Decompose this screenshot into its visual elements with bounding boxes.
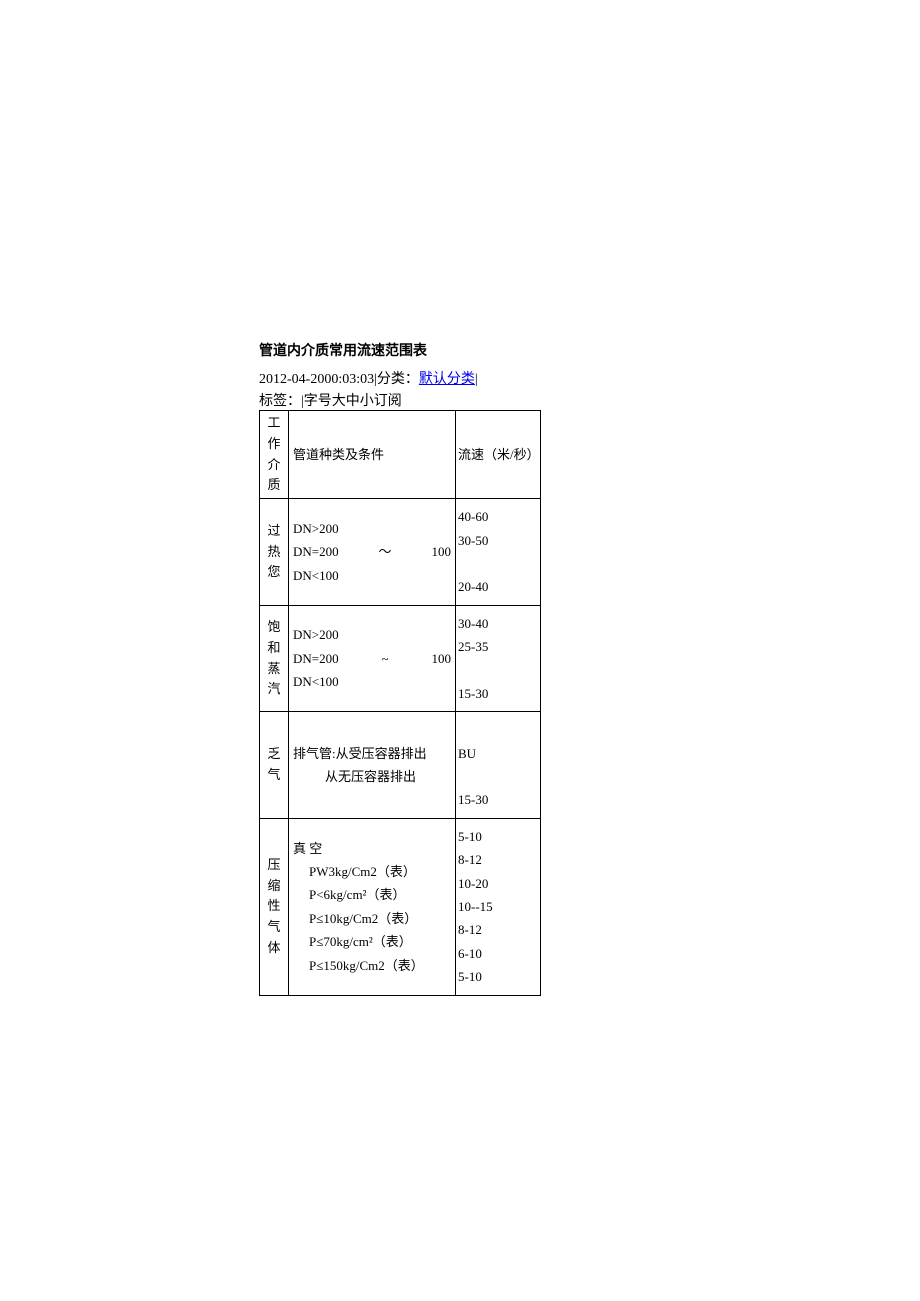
condition-line: P≤150kg/Cm2（表） xyxy=(293,954,451,977)
row-velocity: BU 15-30 xyxy=(456,712,541,819)
condition-line: DN=200 ～ 100 xyxy=(293,540,451,563)
medium-char: 饱 xyxy=(262,617,286,638)
header-char: 工 xyxy=(262,413,286,434)
velocity-line: 30-50 xyxy=(458,529,538,552)
header-char: 介 xyxy=(262,455,286,476)
velocity-line xyxy=(458,718,538,741)
condition-line: PW3kg/Cm2（表） xyxy=(293,860,451,883)
condition-part: ～ xyxy=(379,540,392,563)
medium-char xyxy=(262,724,286,745)
header-col3: 流速（米/秒） xyxy=(456,411,541,499)
condition-line: DN>200 xyxy=(293,623,451,646)
condition-line: 从无压容器排出 xyxy=(293,765,451,788)
medium-char: 热 xyxy=(262,542,286,563)
category-prefix: |分类： xyxy=(374,372,419,387)
row-condition: 真 空 PW3kg/Cm2（表） P<6kg/cm²（表） P≤10kg/Cm2… xyxy=(289,818,456,995)
condition-line: DN>200 xyxy=(293,517,451,540)
row-condition: 排气管:从受压容器排出 从无压容器排出 xyxy=(289,712,456,819)
row-velocity: 5-10 8-12 10-20 10--15 8-12 6-10 5-10 xyxy=(456,818,541,995)
row-medium: 压 缩 性 气 体 xyxy=(260,818,289,995)
row-medium: 过 热 您 xyxy=(260,499,289,606)
row-medium: 饱 和 蒸 汽 xyxy=(260,605,289,712)
condition-part: 100 xyxy=(432,647,452,670)
velocity-line: 8-12 xyxy=(458,848,538,871)
condition-part: 100 xyxy=(432,540,452,563)
flow-rate-table: 工 作 介 质 管道种类及条件 流速（米/秒） 过 热 您 DN>200 DN=… xyxy=(259,410,541,996)
velocity-line: 25-35 xyxy=(458,635,538,658)
velocity-line: 15-30 xyxy=(458,682,538,705)
row-medium: 乏 气 xyxy=(260,712,289,819)
row-velocity: 40-60 30-50 20-40 xyxy=(456,499,541,606)
table-row: 压 缩 性 气 体 真 空 PW3kg/Cm2（表） P<6kg/cm²（表） … xyxy=(260,818,541,995)
medium-char: 气 xyxy=(262,765,286,786)
medium-char: 和 xyxy=(262,638,286,659)
medium-char: 性 xyxy=(262,896,286,917)
medium-char: 蒸 xyxy=(262,659,286,680)
category-link[interactable]: 默认分类 xyxy=(419,372,475,387)
document-title: 管道内介质常用流速范围表 xyxy=(259,340,920,360)
medium-char: 汽 xyxy=(262,679,286,700)
row-velocity: 30-40 25-35 15-30 xyxy=(456,605,541,712)
row-condition: DN>200 DN=200 ～ 100 DN<100 xyxy=(289,499,456,606)
medium-char: 过 xyxy=(262,521,286,542)
meta-line: 2012-04-2000:03:03|分类：默认分类| xyxy=(259,368,920,388)
velocity-line: 10-20 xyxy=(458,872,538,895)
category-suffix: | xyxy=(475,372,478,387)
condition-part: ~ xyxy=(382,647,389,670)
condition-line: 真 空 xyxy=(293,837,451,860)
velocity-line: 30-40 xyxy=(458,612,538,635)
row-condition: DN>200 DN=200 ~ 100 DN<100 xyxy=(289,605,456,712)
velocity-line: 5-10 xyxy=(458,825,538,848)
header-char: 作 xyxy=(262,434,286,455)
condition-line: P<6kg/cm²（表） xyxy=(293,883,451,906)
velocity-line: 20-40 xyxy=(458,575,538,598)
velocity-line: 8-12 xyxy=(458,918,538,941)
condition-part: DN=200 xyxy=(293,647,339,670)
condition-line: DN<100 xyxy=(293,670,451,693)
medium-char xyxy=(262,786,286,807)
medium-char: 乏 xyxy=(262,744,286,765)
medium-char: 气 xyxy=(262,917,286,938)
medium-char: 您 xyxy=(262,562,286,583)
velocity-line xyxy=(458,765,538,788)
condition-line: P≤70kg/cm²（表） xyxy=(293,930,451,953)
table-header-row: 工 作 介 质 管道种类及条件 流速（米/秒） xyxy=(260,411,541,499)
document-page: 管道内介质常用流速范围表 2012-04-2000:03:03|分类：默认分类|… xyxy=(0,0,920,1301)
medium-char: 缩 xyxy=(262,876,286,897)
condition-line: P≤10kg/Cm2（表） xyxy=(293,907,451,930)
velocity-line: BU xyxy=(458,742,538,765)
medium-char: 压 xyxy=(262,855,286,876)
table-row: 过 热 您 DN>200 DN=200 ～ 100 DN<100 40-60 3… xyxy=(260,499,541,606)
table-row: 饱 和 蒸 汽 DN>200 DN=200 ~ 100 DN<100 30-40… xyxy=(260,605,541,712)
velocity-line: 15-30 xyxy=(458,788,538,811)
velocity-line xyxy=(458,552,538,575)
header-col1: 工 作 介 质 xyxy=(260,411,289,499)
timestamp: 2012-04-2000:03:03 xyxy=(259,372,374,387)
condition-line: DN=200 ~ 100 xyxy=(293,647,451,670)
velocity-line: 6-10 xyxy=(458,942,538,965)
header-col2: 管道种类及条件 xyxy=(289,411,456,499)
condition-part: DN=200 xyxy=(293,540,339,563)
medium-char xyxy=(262,959,286,980)
table-row: 乏 气 排气管:从受压容器排出 从无压容器排出 BU 15-30 xyxy=(260,712,541,819)
header-char: 质 xyxy=(262,475,286,496)
velocity-line: 10--15 xyxy=(458,895,538,918)
condition-line: DN<100 xyxy=(293,564,451,587)
velocity-line: 40-60 xyxy=(458,505,538,528)
tags-line: 标签：|字号大中小订阅 xyxy=(259,390,920,410)
condition-line: 排气管:从受压容器排出 xyxy=(293,742,451,765)
velocity-line xyxy=(458,659,538,682)
medium-char xyxy=(262,834,286,855)
velocity-line: 5-10 xyxy=(458,965,538,988)
medium-char: 体 xyxy=(262,938,286,959)
